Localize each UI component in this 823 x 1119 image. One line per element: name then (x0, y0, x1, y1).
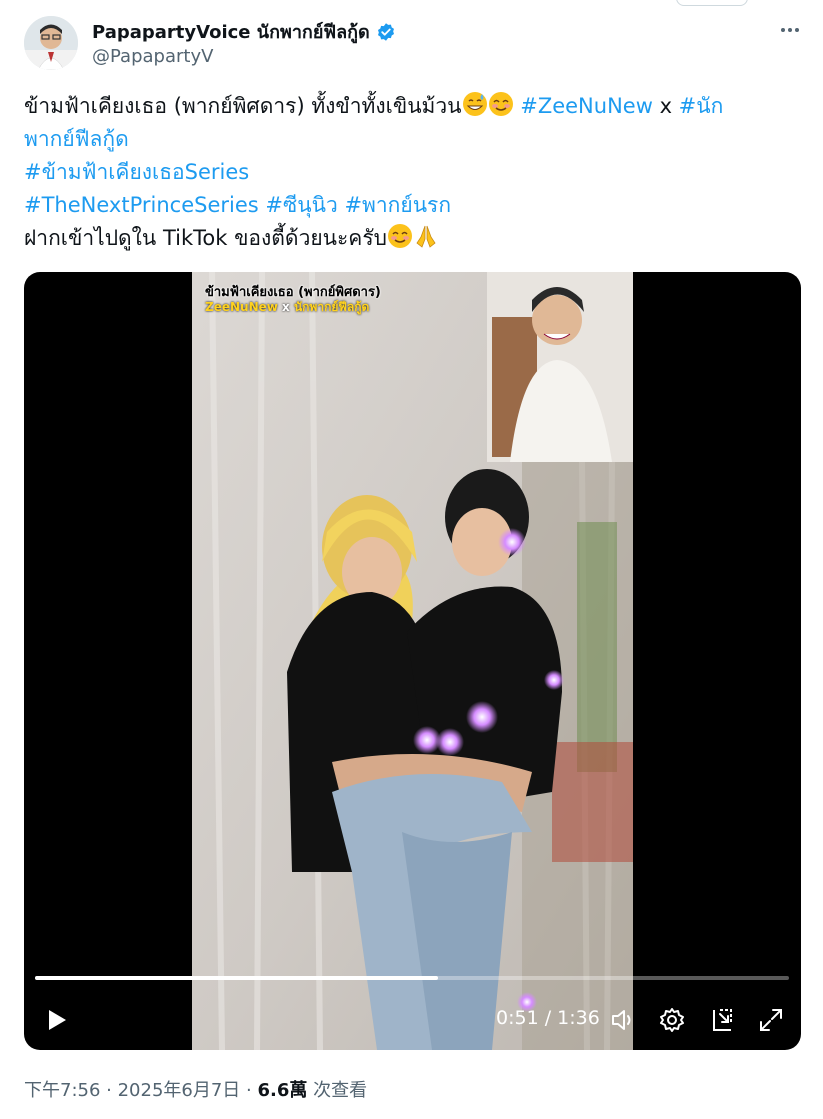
video-time: 0:51 / 1:36 (496, 1007, 600, 1029)
views-label: 次查看 (307, 1080, 368, 1101)
verified-badge-icon (377, 22, 394, 41)
smiling-blush-emoji (488, 92, 513, 116)
hashtag-link[interactable]: #TheNextPrinceSeries (24, 193, 259, 217)
video-progress-bar[interactable] (35, 976, 789, 980)
smiling-blush-emoji (387, 224, 412, 248)
tweet-text-segment: ฝากเข้าไปดูใน TikTok ของตี้ด้วยนะครับ (24, 226, 387, 250)
play-icon[interactable] (40, 1004, 72, 1036)
avatar[interactable] (24, 16, 78, 70)
video-frame[interactable]: ข้ามฟ้าเคียงเธอ (พากย์พิศดาร) ZeeNuNew x… (192, 272, 633, 1050)
views-count: 6.6萬 (257, 1080, 308, 1101)
tweet-line: ฝากเข้าไปดูใน TikTok ของตี้ด้วยนะครับ (24, 222, 794, 255)
tweet-line: ข้ามฟ้าเคียงเธอ (พากย์พิศดาร) ทั้งขำทั้ง… (24, 90, 794, 123)
grinning-sweat-emoji (462, 92, 487, 116)
tweet-line: #TheNextPrinceSeries #ซีนุนิว #พากย์นรก (24, 189, 794, 222)
post-timestamp[interactable]: 下午7:56 · 2025年6月7日 (24, 1080, 240, 1101)
hashtag-link[interactable]: พากย์ฟีลกู้ด (24, 127, 129, 151)
avatar-image (24, 16, 78, 70)
tweet-text-segment: ข้ามฟ้าเคียงเธอ (พากย์พิศดาร) ทั้งขำทั้ง… (24, 94, 462, 118)
video-overlay-subtitle: ZeeNuNew x นักพากย์ฟีลกู้ด (205, 298, 369, 317)
video-still-image (192, 272, 633, 1050)
tweet-line: #ข้ามฟ้าเคียงเธอSeries (24, 156, 794, 189)
hashtag-link[interactable]: #นัก (679, 94, 724, 118)
display-name[interactable]: PapapartyVoice นักพากย์ฟีลกู้ด (92, 17, 370, 46)
more-options-icon[interactable] (778, 20, 802, 40)
top-pill (676, 0, 748, 6)
tweet-text: ข้ามฟ้าเคียงเธอ (พากย์พิศดาร) ทั้งขำทั้ง… (24, 90, 794, 255)
video-progress-fill (35, 976, 438, 980)
hashtag-link[interactable]: #ซีนุนิว (265, 193, 337, 217)
overlay-subtitle-right: นักพากย์ฟีลกู้ด (293, 300, 370, 314)
dock-icon[interactable] (708, 1006, 736, 1034)
post-meta: 下午7:56 · 2025年6月7日 · 6.6萬 次查看 (24, 1076, 367, 1102)
hashtag-link[interactable]: #ข้ามฟ้าเคียงเธอSeries (24, 160, 249, 184)
author-name-row[interactable]: PapapartyVoice นักพากย์ฟีลกู้ด (92, 17, 396, 46)
overlay-subtitle-left: ZeeNuNew (205, 300, 278, 314)
fullscreen-icon[interactable] (757, 1006, 785, 1034)
author-handle[interactable]: @PapapartyV (92, 46, 213, 67)
tweet-line: พากย์ฟีลกู้ด (24, 123, 794, 156)
meta-separator: · (240, 1080, 258, 1101)
settings-icon[interactable] (658, 1006, 686, 1034)
video-player[interactable]: ข้ามฟ้าเคียงเธอ (พากย์พิศดาร) ZeeNuNew x… (24, 272, 801, 1050)
overlay-subtitle-sep: x (277, 300, 294, 314)
folded-hands-emoji (416, 225, 436, 248)
volume-icon[interactable] (609, 1006, 637, 1034)
tweet-text-segment: x (652, 94, 679, 118)
hashtag-link[interactable]: #พากย์นรก (344, 193, 451, 217)
hashtag-link[interactable]: #ZeeNuNew (520, 94, 653, 118)
